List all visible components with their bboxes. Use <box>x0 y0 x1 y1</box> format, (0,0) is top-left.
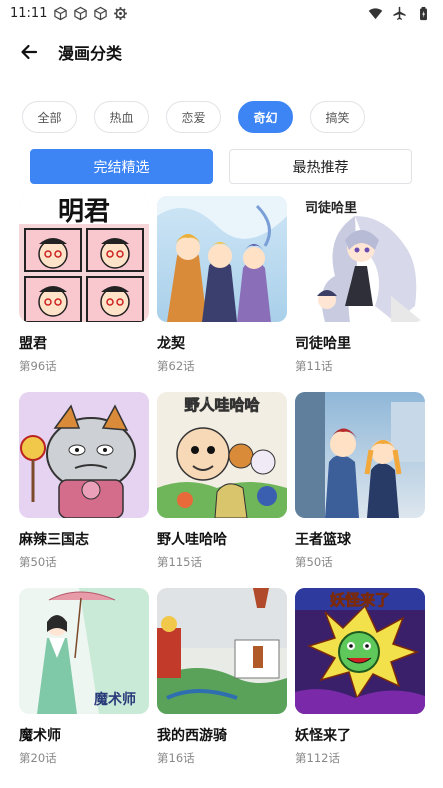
comic-cover: 妖怪来了 <box>295 588 425 714</box>
svg-text:妖怪来了: 妖怪来了 <box>330 591 390 609</box>
svg-text:明君: 明君 <box>58 197 110 227</box>
back-button[interactable] <box>14 37 44 67</box>
comic-card[interactable]: 司徒哈里 司徒哈里 第11话 <box>295 196 425 392</box>
cube-icon <box>54 6 68 20</box>
comic-cover <box>19 392 149 518</box>
svg-text:野人哇哈哈: 野人哇哈哈 <box>184 396 259 414</box>
comic-card[interactable]: 我的西游骑 第16话 <box>157 588 287 784</box>
comic-title: 司徒哈里 <box>295 336 351 352</box>
comic-chapter: 第50话 <box>295 555 333 569</box>
comic-title: 魔术师 <box>19 728 61 744</box>
comic-title: 龙契 <box>157 336 185 352</box>
battery-icon <box>420 6 427 20</box>
comic-chapter: 第96话 <box>19 359 57 373</box>
genre-chip-comedy[interactable]: 搞笑 <box>310 101 365 133</box>
genre-filter-row: 全部 热血 恋爱 奇幻 搞笑 <box>22 101 365 133</box>
comic-cover <box>157 196 287 322</box>
cube-icon <box>74 6 88 20</box>
svg-text:魔术师: 魔术师 <box>94 691 136 708</box>
comic-chapter: 第20话 <box>19 751 57 765</box>
comic-chapter: 第112话 <box>295 751 340 765</box>
status-left-icons <box>53 6 128 21</box>
comic-cover: 明君 <box>19 196 149 322</box>
comic-chapter: 第115话 <box>157 555 202 569</box>
comic-grid: 明君 盟君 第96话 龙契 第62话 司徒哈里 司徒哈里 第11话 麻辣三国志 … <box>19 196 425 784</box>
status-bar: 11:11 <box>0 0 443 26</box>
app-bar: 漫画分类 <box>0 26 443 78</box>
sort-tabs: 完结精选 最热推荐 <box>30 149 412 184</box>
comic-card[interactable]: 龙契 第62话 <box>157 196 287 392</box>
comic-cover: 野人哇哈哈 <box>157 392 287 518</box>
comic-cover: 司徒哈里 <box>295 196 425 322</box>
comic-chapter: 第62话 <box>157 359 195 373</box>
tab-hottest[interactable]: 最热推荐 <box>229 149 412 184</box>
gear-icon <box>114 6 128 20</box>
cube-icon <box>94 6 108 20</box>
genre-chip-fantasy[interactable]: 奇幻 <box>238 101 293 133</box>
comic-cover <box>295 392 425 518</box>
svg-text:司徒哈里: 司徒哈里 <box>305 200 357 216</box>
tab-completed-picks[interactable]: 完结精选 <box>30 149 213 184</box>
comic-title: 王者篮球 <box>295 532 351 548</box>
comic-cover: 魔术师 <box>19 588 149 714</box>
status-time: 11:11 <box>10 5 48 21</box>
genre-chip-all[interactable]: 全部 <box>22 101 77 133</box>
comic-title: 麻辣三国志 <box>19 532 89 548</box>
comic-card[interactable]: 王者篮球 第50话 <box>295 392 425 588</box>
comic-chapter: 第11话 <box>295 359 333 373</box>
page-title: 漫画分类 <box>58 44 123 63</box>
comic-card[interactable]: 妖怪来了 妖怪来了 第112话 <box>295 588 425 784</box>
wifi-icon <box>368 7 383 19</box>
comic-card[interactable]: 明君 盟君 第96话 <box>19 196 149 392</box>
comic-card[interactable]: 魔术师 魔术师 第20话 <box>19 588 149 784</box>
comic-chapter: 第50话 <box>19 555 57 569</box>
genre-chip-hot-blood[interactable]: 热血 <box>94 101 149 133</box>
status-right-icons <box>368 6 431 21</box>
comic-card[interactable]: 野人哇哈哈 野人哇哈哈 第115话 <box>157 392 287 588</box>
genre-chip-romance[interactable]: 恋爱 <box>166 101 221 133</box>
arrow-left-icon <box>21 44 38 60</box>
comic-title: 野人哇哈哈 <box>157 532 227 548</box>
airplane-icon <box>393 6 406 20</box>
comic-title: 盟君 <box>19 336 47 352</box>
comic-title: 我的西游骑 <box>157 728 227 744</box>
comic-title: 妖怪来了 <box>295 728 351 744</box>
comic-chapter: 第16话 <box>157 751 195 765</box>
comic-cover <box>157 588 287 714</box>
comic-card[interactable]: 麻辣三国志 第50话 <box>19 392 149 588</box>
